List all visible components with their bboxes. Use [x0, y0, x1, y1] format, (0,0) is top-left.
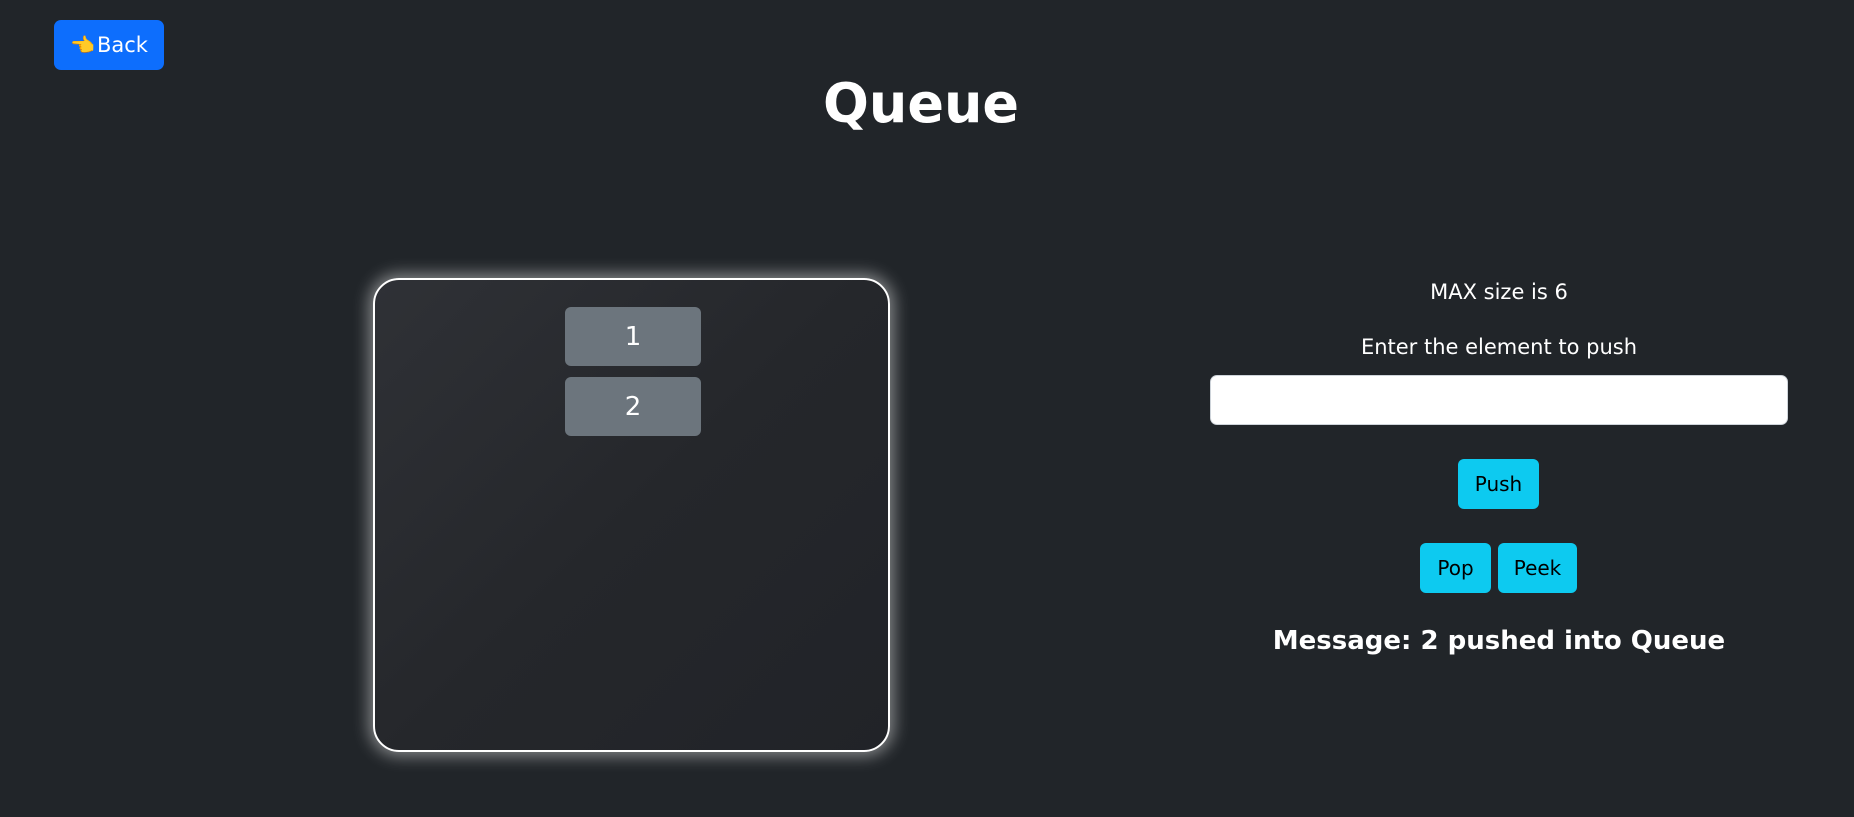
peek-button[interactable]: Peek: [1498, 543, 1577, 593]
push-input-label: Enter the element to push: [1360, 335, 1638, 359]
max-size-label: MAX size is 6: [1430, 280, 1568, 304]
push-input[interactable]: [1210, 375, 1788, 425]
queue-item: 1: [565, 307, 701, 366]
push-button[interactable]: Push: [1458, 459, 1539, 509]
pop-button[interactable]: Pop: [1420, 543, 1491, 593]
page-title: Queue: [822, 72, 1020, 135]
back-button[interactable]: 👈 Back: [54, 20, 164, 70]
back-button-label: Back: [96, 33, 148, 57]
queue-container: 1 2: [373, 278, 890, 752]
status-message: Message: 2 pushed into Queue: [1272, 626, 1726, 656]
pointing-hand-icon: 👈: [70, 33, 95, 57]
queue-item: 2: [565, 377, 701, 436]
